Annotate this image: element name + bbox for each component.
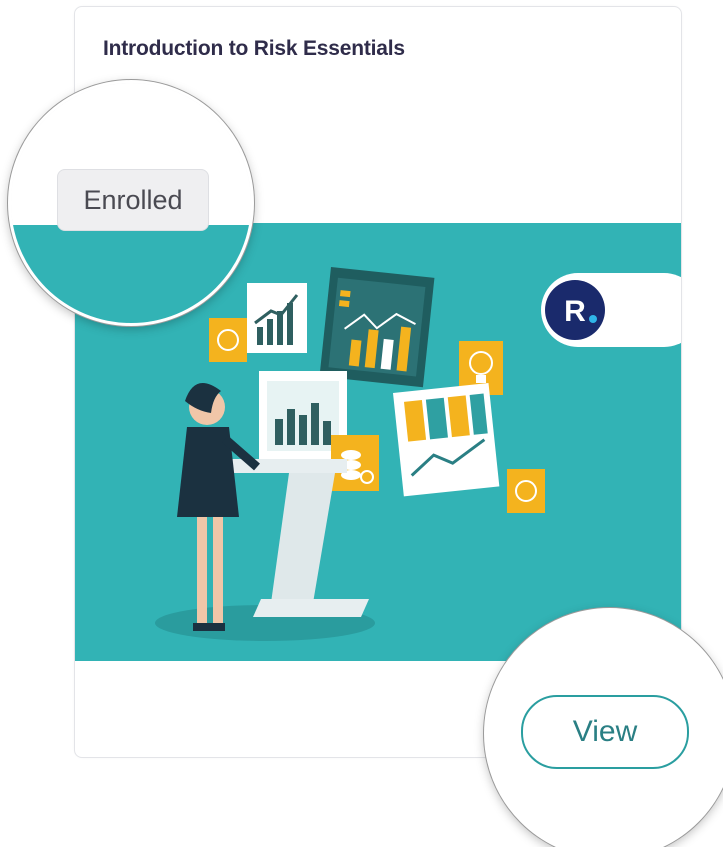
person-illustration xyxy=(177,383,260,631)
growth-chart-icon xyxy=(247,283,307,353)
page: Introduction to Risk Essentials R Enroll… xyxy=(0,0,723,847)
enrolled-status-badge: Enrolled xyxy=(57,169,209,231)
brand-logo: R xyxy=(541,273,681,347)
data-table-icon xyxy=(393,382,500,497)
view-button[interactable]: View xyxy=(521,695,689,769)
course-title[interactable]: Introduction to Risk Essentials xyxy=(103,37,405,61)
svg-text:R: R xyxy=(564,295,586,328)
magnifier-enrolled: Enrolled xyxy=(8,80,254,326)
chart-screen-icon xyxy=(319,267,435,388)
magnifier-view: View xyxy=(484,608,723,847)
